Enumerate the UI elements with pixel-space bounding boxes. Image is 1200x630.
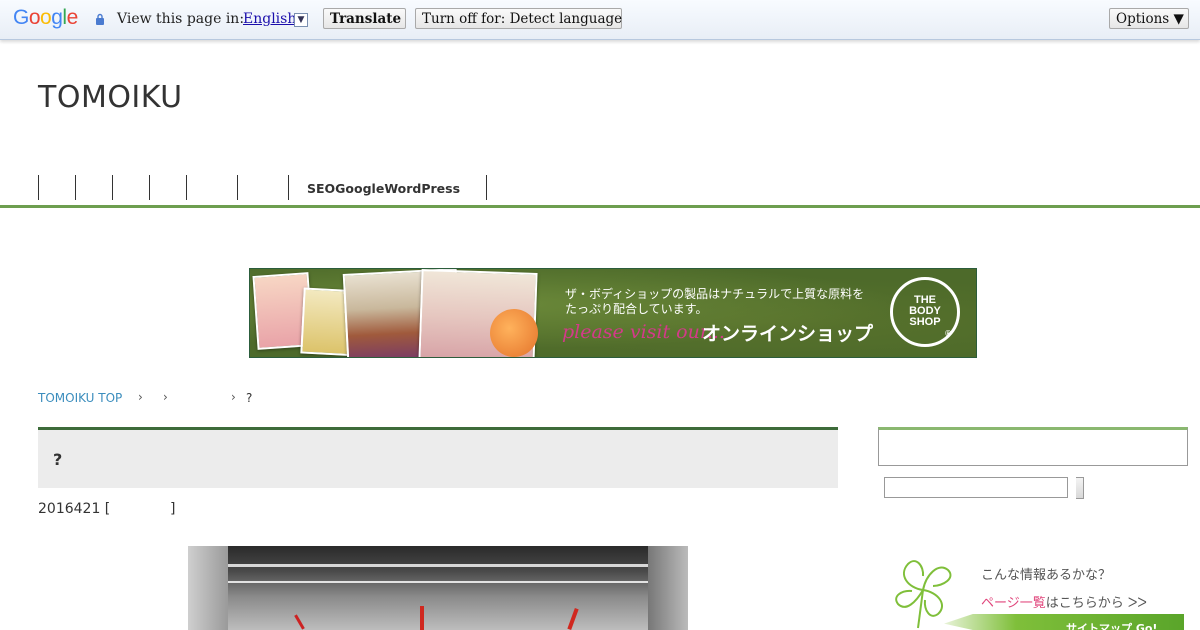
body-shop-banner[interactable]: ザ・ボディショップの製品はナチュラルで上質な原料を たっぷり配合しています。 p… <box>249 268 977 358</box>
sitemap-go-label: サイトマップ Go! <box>1066 622 1158 630</box>
nav-item-7[interactable] <box>288 175 289 200</box>
post-image <box>188 546 688 630</box>
post-title-box: ? <box>38 427 838 488</box>
nav-item-3[interactable] <box>112 175 113 200</box>
post-title: ? <box>53 450 63 469</box>
language-link[interactable]: English <box>243 11 296 27</box>
google-logo: Google <box>13 6 78 29</box>
header-divider <box>0 205 1200 208</box>
nav-item-6[interactable] <box>237 175 238 200</box>
clover-icon <box>895 560 952 629</box>
translate-bar: Google View this page in: English ▼ Tran… <box>0 0 1200 40</box>
search-button[interactable] <box>1076 477 1084 499</box>
nav-item-seo[interactable]: SEOGoogleWordPress <box>307 181 460 196</box>
post-category-close: ] <box>170 501 176 517</box>
site-title[interactable]: TOMOIKU <box>38 80 183 115</box>
sitemap-link[interactable]: ページ一覧はこちらから ᐳᐳ <box>981 592 1147 611</box>
search-input[interactable] <box>884 477 1068 498</box>
options-button[interactable]: Options ▼ <box>1109 8 1189 29</box>
body-shop-logo: THE BODY SHOP ® <box>890 277 960 347</box>
view-page-label: View this page in: <box>117 11 245 27</box>
nav-item-2[interactable] <box>75 175 76 200</box>
nav-item-1[interactable] <box>38 175 39 200</box>
nav-item-end <box>486 175 487 200</box>
translate-button[interactable]: Translate <box>323 8 406 29</box>
lock-icon <box>96 13 104 25</box>
banner-orange-jar <box>490 309 538 357</box>
breadcrumb-arrow-icon: › <box>138 390 143 404</box>
post-date: 2016421 [ <box>38 501 111 517</box>
breadcrumb-arrow-icon: › <box>231 390 236 404</box>
sidebar-question: こんな情報あるかな？ <box>981 568 1112 583</box>
turn-off-button[interactable]: Turn off for: Detect language <box>415 8 622 29</box>
banner-script-text: please visit our... <box>562 321 725 343</box>
sitemap-banner[interactable]: こんな情報あるかな？ ページ一覧はこちらから ᐳᐳ サイトマップ Go! <box>884 546 1184 630</box>
breadcrumb-home[interactable]: TOMOIKU TOP <box>38 391 122 405</box>
breadcrumb-arrow-icon: › <box>163 390 168 404</box>
sidebar-widget-header <box>878 427 1188 466</box>
banner-copy: ザ・ボディショップの製品はナチュラルで上質な原料を たっぷり配合しています。 <box>565 287 865 316</box>
nav-item-5[interactable] <box>186 175 187 200</box>
nav-item-4[interactable] <box>149 175 150 200</box>
breadcrumb-current: ? <box>246 391 253 405</box>
banner-online-shop: オンラインショップ <box>702 323 874 345</box>
language-dropdown-icon[interactable]: ▼ <box>294 13 308 27</box>
